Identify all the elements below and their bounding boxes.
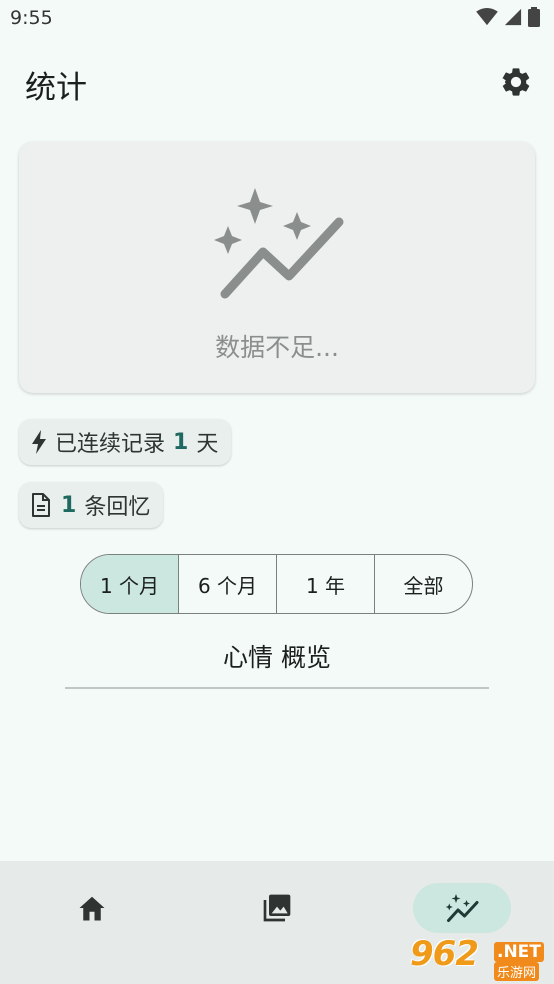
watermark-sub: 乐游网	[494, 962, 540, 981]
watermark-net: .NET	[494, 942, 544, 962]
site-watermark: 962 .NET 乐游网	[406, 934, 548, 981]
insufficient-data-text: 数据不足...	[215, 333, 339, 362]
page-title: 统计	[25, 70, 87, 106]
streak-prefix: 已连续记录	[55, 432, 166, 457]
auto-graph-icon	[214, 188, 344, 299]
streak-suffix: 天	[196, 432, 219, 457]
signal-icon	[504, 8, 522, 26]
watermark-logo: 962	[410, 934, 479, 974]
photo-library-icon	[263, 894, 291, 922]
nav-statistics[interactable]	[413, 883, 511, 933]
range-segmented-control: 1 个月 6 个月 1 年 全部	[80, 554, 473, 614]
insufficient-data-card: 数据不足...	[19, 142, 535, 393]
memory-count: 1	[61, 492, 77, 518]
battery-icon	[528, 7, 540, 27]
auto-graph-icon	[445, 894, 479, 922]
bolt-icon	[32, 430, 46, 454]
memory-suffix: 条回忆	[84, 495, 151, 520]
gear-icon	[502, 68, 530, 96]
mood-overview-title: 心情 概览	[223, 643, 331, 672]
streak-chip: 已连续记录 1 天	[19, 419, 232, 465]
range-1-year[interactable]: 1 年	[277, 555, 375, 613]
section-divider	[65, 687, 489, 689]
app-bar: 统计	[0, 50, 554, 114]
status-bar: 9:55	[0, 0, 554, 38]
range-6-months[interactable]: 6 个月	[179, 555, 277, 613]
range-all[interactable]: 全部	[375, 555, 472, 613]
nav-home[interactable]	[43, 883, 141, 933]
wifi-icon	[476, 8, 498, 26]
memory-count-chip: 1 条回忆	[19, 482, 164, 528]
streak-count: 1	[173, 429, 189, 455]
document-icon	[32, 493, 50, 517]
settings-button[interactable]	[498, 64, 534, 100]
status-time: 9:55	[10, 7, 53, 29]
home-icon	[79, 896, 105, 921]
nav-gallery[interactable]	[228, 883, 326, 933]
range-1-month[interactable]: 1 个月	[81, 555, 179, 613]
status-icons	[476, 7, 540, 27]
